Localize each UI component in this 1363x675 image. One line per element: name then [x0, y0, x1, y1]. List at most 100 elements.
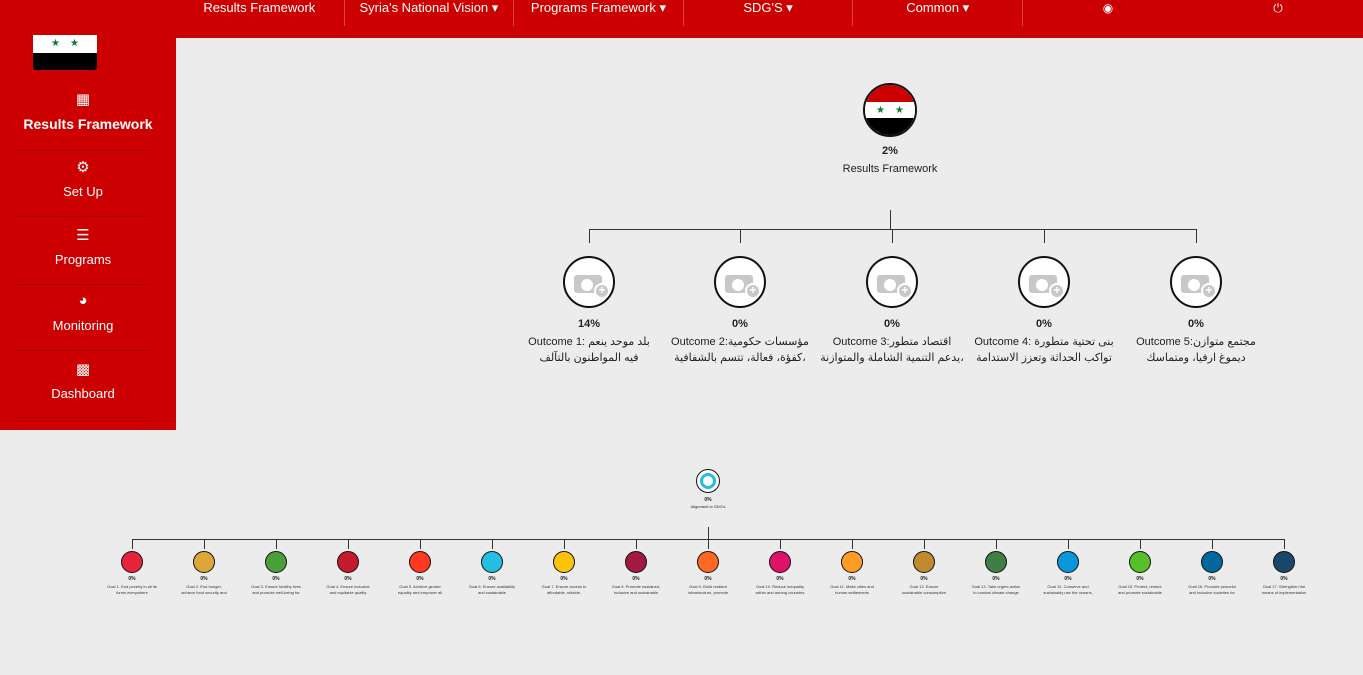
sdg-goal-icon [697, 551, 719, 573]
sdg-goal-icon [193, 551, 215, 573]
sidebar-item-programs[interactable]: ☰ Programs [15, 226, 151, 267]
sdg-goal-icon [1273, 551, 1295, 573]
sdg-wheel-icon [696, 469, 720, 493]
nav-results-framework[interactable]: Results Framework [175, 0, 345, 26]
outcome-percentage: 0% [884, 318, 900, 330]
root-percentage: 2% [882, 145, 898, 157]
root-node[interactable]: ★ ★ 2% Results Framework [840, 83, 940, 177]
sdg-goal-node[interactable]: 0% Goal 9. Build resilient infrastructure,… [674, 551, 742, 596]
sidebar-item-set-up[interactable]: ⚙ Set Up [15, 158, 151, 199]
sdg-goal-sublabel: sustainable consumption [901, 590, 947, 595]
sdg-goal-percentage: 0% [488, 576, 496, 582]
outcome-sublabel: ديموغ ارفيا، ومتماسك [1146, 352, 1246, 364]
sidebar: ★ ★ ▦ Results Framework ⚙ Set Up ☰ Progra… [0, 0, 176, 430]
sdg-goal-percentage: 0% [344, 576, 352, 582]
sdg-goal-node[interactable]: 0% Goal 5. Achieve gender equality and emp… [386, 551, 454, 596]
sdg-goal-percentage: 0% [560, 576, 568, 582]
power-icon[interactable]: ⏻ [1193, 0, 1363, 14]
sdg-goal-icon [769, 551, 791, 573]
sdg-goal-icon [409, 551, 431, 573]
outcome-label: Outcome 4: بنى تحتية متطورة [974, 336, 1114, 348]
sidebar-item-label: Results Framework [23, 116, 153, 132]
chat-icon[interactable]: ◉ [1023, 0, 1193, 14]
add-photo-icon: + [723, 269, 761, 299]
sdg-goal-percentage: 0% [632, 576, 640, 582]
outcome-label: Outcome 2:مؤسسات حكومية [671, 336, 809, 348]
sdg-goal-icon [1057, 551, 1079, 573]
sdg-goal-sublabel: affordable, reliable, [547, 590, 581, 595]
sdg-goal-sublabel: infrastructure, promote [687, 590, 729, 595]
sdg-goal-node[interactable]: 0% Goal 13. Take urgent action to combat c… [962, 551, 1030, 596]
root-label: Results Framework [842, 163, 938, 175]
outcome-node[interactable]: + 0% Outcome 4: بنى تحتية متطورة تواكب ا… [969, 256, 1119, 366]
outcome-node[interactable]: + 0% Outcome 2:مؤسسات حكومية كفؤة، فعالة… [665, 256, 815, 366]
sdg-goal-sublabel: equality and empower all [397, 590, 443, 595]
sdg-goal-percentage: 0% [272, 576, 280, 582]
sdg-goal-node[interactable]: 0% Goal 8. Promote sustained, inclusive an… [602, 551, 670, 596]
gauge-icon: ◕ [78, 292, 88, 309]
top-navbar: Results Framework Syria's National Visio… [175, 0, 1363, 38]
outcome-percentage: 14% [577, 318, 601, 330]
sdg-goal-sublabel: within and among countries [755, 590, 805, 595]
sdg-goal-icon [337, 551, 359, 573]
outcome-percentage: 0% [1036, 318, 1052, 330]
sdg-goal-sublabel: achieve food security and [181, 590, 227, 595]
nav-sdgs[interactable]: SDG'S ▾ [684, 0, 854, 26]
sdg-goal-sublabel: and equitable quality [329, 590, 367, 595]
nav-national-vision[interactable]: Syria's National Vision ▾ [345, 0, 515, 26]
sdg-goal-icon [841, 551, 863, 573]
outcome-label: Outcome 3:اقتصاد متطور [832, 336, 952, 348]
sdg-goal-node[interactable]: 0% Goal 12. Ensure sustainable consumption [890, 551, 958, 596]
sidebar-item-label: Programs [54, 252, 112, 267]
outcome-label: Outcome 1: بلد موحد ينعم [528, 336, 650, 348]
sdg-goal-node[interactable]: 0% Goal 1. End poverty in all its forms ev… [98, 551, 166, 596]
syria-flag-logo: ★ ★ [33, 18, 97, 70]
add-photo-icon: + [875, 269, 913, 299]
sdg-root-node[interactable]: 0% Alignment to SDG's [678, 469, 738, 511]
sdg-goal-node[interactable]: 0% Goal 4. Ensure inclusive and equitable … [314, 551, 382, 596]
sdg-goal-percentage: 0% [1208, 576, 1216, 582]
sidebar-item-dashboard[interactable]: ▩ Dashboard [15, 360, 151, 401]
sdg-goal-sublabel: means of implementation [1261, 590, 1307, 595]
sdg-goal-node[interactable]: 0% Goal 2. End hunger, achieve food securi… [170, 551, 238, 596]
sdg-goal-sublabel: and promote sustainable [1118, 590, 1162, 595]
sdg-goal-percentage: 0% [920, 576, 928, 582]
sdg-goal-node[interactable]: 0% Goal 15. Protect, restore and promote s… [1106, 551, 1174, 596]
sdg-goal-percentage: 0% [704, 576, 712, 582]
puzzle-icon: ▦ [75, 91, 91, 108]
add-photo-icon: + [1027, 269, 1065, 299]
sdg-goal-node[interactable]: 0% Goal 11. Make cities and human settleme… [818, 551, 886, 596]
nav-programs-framework[interactable]: Programs Framework ▾ [514, 0, 684, 26]
sdg-goal-node[interactable]: 0% Goal 14. Conserve and sustainably use t… [1034, 551, 1102, 596]
add-photo-icon: + [1179, 269, 1217, 299]
sidebar-item-label: Monitoring [52, 318, 114, 333]
sdg-goal-node[interactable]: 0% Goal 3. Ensure healthy lives and promot… [242, 551, 310, 596]
sdg-root-label: Alignment to SDG's [690, 504, 726, 509]
list-icon: ☰ [76, 227, 90, 244]
sdg-goal-node[interactable]: 0% Goal 17. Strengthen the means of implem… [1250, 551, 1318, 596]
outcome-node[interactable]: + 0% Outcome 5:مجتمع متوازن ديموغ ارفيا،… [1121, 256, 1271, 366]
sdg-goal-sublabel: to combat climate change [973, 590, 1019, 595]
outcome-sublabel: تواكب الحداثة وتعزز الاستدامة [976, 352, 1112, 364]
sidebar-item-monitoring[interactable]: ◕ Monitoring [15, 292, 151, 333]
sdg-goal-percentage: 0% [776, 576, 784, 582]
sdg-goal-icon [121, 551, 143, 573]
sdg-goal-node[interactable]: 0% Goal 7. Ensure access to affordable, re… [530, 551, 598, 596]
sdg-goal-sublabel: human settlements [835, 590, 869, 595]
sdg-goal-sublabel: sustainably use the oceans, [1043, 590, 1093, 595]
sdg-goal-icon [1201, 551, 1223, 573]
sdg-goal-node[interactable]: 0% Goal 10. Reduce inequality within and a… [746, 551, 814, 596]
sdg-goal-percentage: 0% [1280, 576, 1288, 582]
results-framework-tree: ★ ★ 2% Results Framework + 14% Outcome 1:… [176, 38, 1363, 430]
outcome-node[interactable]: + 14% Outcome 1: بلد موحد ينعم فيه الموا… [514, 256, 664, 366]
sdg-goal-node[interactable]: 0% Goal 16. Promote peaceful and inclusive… [1178, 551, 1246, 596]
outcome-node[interactable]: + 0% Outcome 3:اقتصاد متطور يدعم التنمية… [817, 256, 967, 366]
nav-common[interactable]: Common ▾ [853, 0, 1023, 26]
sidebar-item-label: Dashboard [51, 386, 115, 401]
outcome-percentage: 0% [732, 318, 748, 330]
sdg-goal-percentage: 0% [128, 576, 136, 582]
sdg-goal-node[interactable]: 0% Goal 6. Ensure availability and sustain… [458, 551, 526, 596]
sidebar-item-results-framework[interactable]: ▦ Results Framework [15, 90, 152, 132]
sdg-goal-icon [481, 551, 503, 573]
sidebar-item-label: Set Up [63, 184, 103, 199]
